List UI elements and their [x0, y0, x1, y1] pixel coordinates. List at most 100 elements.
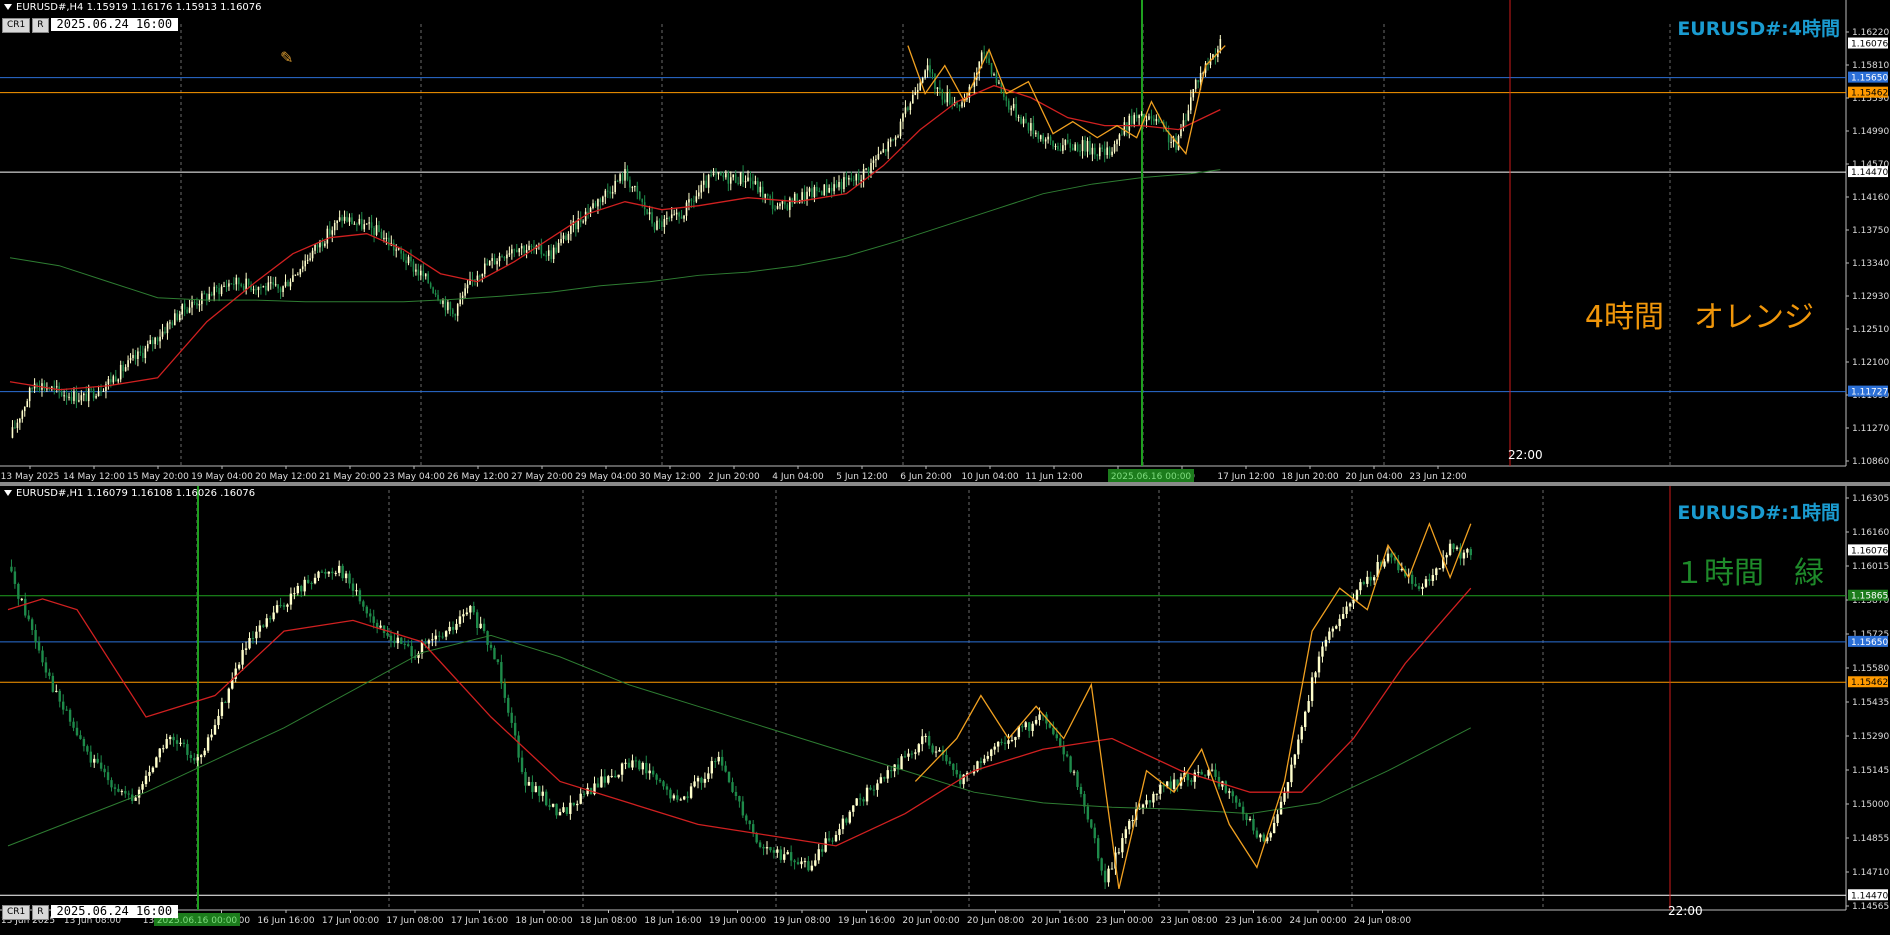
- candle-body: [877, 153, 880, 160]
- candle-body: [551, 803, 555, 807]
- h1-cr1-button[interactable]: CR1: [2, 905, 31, 920]
- candle-body: [627, 762, 631, 768]
- candle-body: [420, 642, 424, 654]
- h1-chart-pane[interactable]: 1.16305 1.16160 1.16015 1.15870 1.15725 1.155…: [0, 486, 1890, 935]
- candle-body: [466, 284, 469, 289]
- candle-body: [796, 862, 800, 865]
- candle-body: [879, 777, 883, 784]
- candle-body: [1245, 814, 1248, 820]
- candle-body: [1331, 628, 1334, 632]
- candle-body: [547, 250, 550, 256]
- candle-body: [65, 709, 68, 711]
- candle-body: [372, 616, 375, 623]
- candle-body: [661, 221, 663, 228]
- time-tick-label: 23 Jun 00:00: [1096, 916, 1153, 926]
- candle-body: [603, 776, 607, 783]
- candle-body: [220, 286, 223, 295]
- candle-body: [941, 89, 944, 100]
- candle-body: [758, 842, 762, 848]
- time-tick-label: 18 Jun 08:00: [580, 916, 637, 926]
- candle-body: [597, 199, 599, 207]
- candle-body: [85, 393, 88, 402]
- candle-body: [237, 664, 241, 669]
- candle-body: [903, 756, 907, 758]
- candle-body: [715, 173, 717, 175]
- candle-body: [518, 248, 521, 253]
- candle-body: [1108, 147, 1111, 156]
- zigzag-line: [914, 521, 1472, 889]
- candle-body: [1101, 147, 1104, 149]
- candle-body: [1452, 543, 1455, 549]
- candle-body: [251, 638, 255, 640]
- candle-body: [331, 230, 334, 235]
- candle-body: [1116, 140, 1118, 145]
- h4-chart-canvas[interactable]: 1.162201.158101.153901.149901.145701.141…: [0, 0, 1890, 482]
- candle-body: [806, 191, 808, 200]
- candle-body: [948, 92, 951, 104]
- candle-body: [60, 391, 63, 396]
- candle-body: [1107, 868, 1110, 883]
- price-tick-label: 1.15000: [1852, 800, 1889, 810]
- candle-body: [444, 631, 448, 637]
- time-tick-label: 10 Jun 04:00: [961, 472, 1018, 482]
- candle-body: [230, 283, 233, 285]
- candle-body: [1025, 118, 1027, 123]
- candle-body: [134, 355, 137, 359]
- h4-r-button[interactable]: R: [32, 18, 49, 33]
- crosshair-tool-icon[interactable]: ✎: [280, 48, 293, 67]
- candle-body: [196, 757, 199, 761]
- candle-body: [320, 571, 324, 573]
- candle-body: [1148, 800, 1152, 803]
- candle-body: [872, 160, 875, 164]
- candle-body: [370, 222, 373, 228]
- collapse-triangle-icon[interactable]: [4, 490, 12, 496]
- candle-body: [676, 795, 679, 800]
- h4-cr1-button[interactable]: CR1: [2, 18, 31, 33]
- h1-date-box[interactable]: 2025.06.24 16:00: [50, 905, 179, 918]
- candle-body: [424, 642, 427, 644]
- candle-body: [1345, 606, 1348, 615]
- candle-body: [1054, 146, 1057, 148]
- candle-body: [530, 245, 533, 248]
- candle-body: [301, 266, 304, 270]
- candle-body: [317, 571, 320, 578]
- candle-body: [534, 786, 538, 793]
- candle-body: [1328, 631, 1331, 640]
- candle-body: [90, 388, 92, 390]
- candle-body: [737, 182, 739, 184]
- candle-body: [634, 760, 638, 762]
- candle-body: [186, 744, 189, 755]
- candle-body: [1039, 135, 1042, 140]
- candle-body: [272, 282, 275, 285]
- time-tick-label: 5 Jun 12:00: [836, 472, 888, 482]
- candle-body: [528, 245, 530, 251]
- candle-body: [165, 739, 168, 749]
- candle-body: [1103, 870, 1107, 883]
- h1-chart-canvas[interactable]: 1.163051.161601.160151.158701.157251.155…: [0, 486, 1890, 935]
- candle-body: [1090, 819, 1093, 828]
- candle-body: [1017, 117, 1020, 119]
- candle-body: [1091, 147, 1094, 155]
- h4-date-box[interactable]: 2025.06.24 16:00: [50, 18, 179, 31]
- candle-body: [673, 214, 675, 216]
- candle-body: [402, 253, 405, 261]
- candle-body: [203, 750, 206, 756]
- candle-body: [159, 336, 161, 342]
- candle-body: [624, 762, 627, 764]
- candle-body: [729, 177, 732, 184]
- candle-body: [938, 749, 941, 752]
- candle-body: [410, 646, 413, 657]
- candle-body: [825, 184, 828, 193]
- h4-chart-pane[interactable]: 1.16220 1.15810 1.15390 1.14990 1.14570 1.141…: [0, 0, 1890, 482]
- candle-body: [707, 773, 710, 779]
- candle-body: [189, 754, 193, 759]
- candle-body: [503, 257, 506, 259]
- candle-body: [336, 220, 338, 224]
- h1-r-button[interactable]: R: [32, 905, 49, 920]
- collapse-triangle-icon[interactable]: [4, 4, 12, 10]
- candle-body: [62, 701, 65, 710]
- candle-body: [900, 756, 903, 770]
- price-tick-label: 1.16160: [1852, 528, 1889, 538]
- time-tick-label: 24 Jun 00:00: [1289, 916, 1346, 926]
- candle-body: [899, 121, 902, 137]
